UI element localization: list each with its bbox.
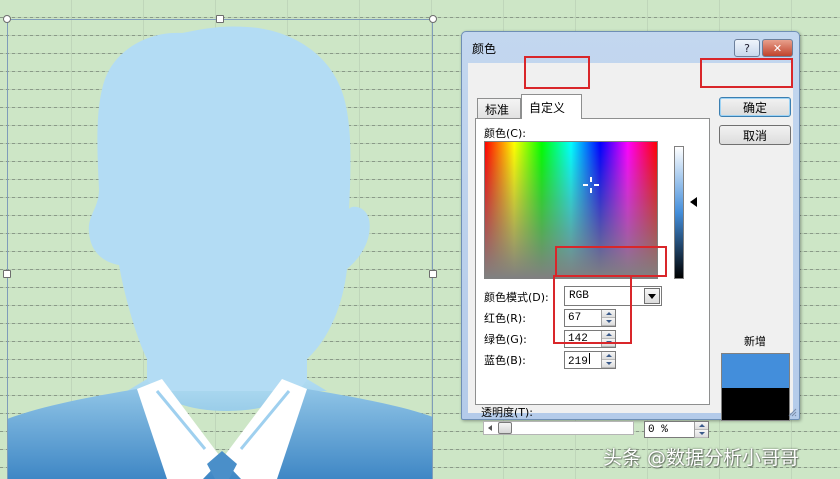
spin-up-icon[interactable]	[602, 352, 615, 360]
dialog-title: 颜色	[472, 42, 497, 56]
spin-down-icon[interactable]	[602, 360, 615, 368]
new-color-label: 新增	[744, 335, 766, 348]
current-color-label: 当前	[733, 397, 755, 410]
resize-grip-icon[interactable]	[787, 407, 797, 417]
transparency-slider[interactable]	[483, 421, 634, 435]
silhouette-picture[interactable]	[7, 19, 433, 479]
blue-spin-buttons[interactable]	[601, 352, 615, 368]
cancel-button[interactable]: 取消	[719, 125, 791, 145]
color-spectrum[interactable]	[484, 141, 658, 279]
color-model-select[interactable]: RGB	[564, 286, 662, 306]
red-value: 67	[568, 312, 582, 324]
silhouette-image	[7, 26, 433, 479]
resize-handle-top[interactable]	[216, 15, 224, 23]
spin-down-icon[interactable]	[602, 318, 615, 326]
ok-button[interactable]: 确定	[719, 97, 791, 117]
green-value: 142	[568, 333, 588, 345]
chevron-down-icon[interactable]	[644, 288, 660, 304]
dialog-client-area: 标准 自定义 颜色(C): 颜色模式(D): RGB 红色(R): 67 绿色(…	[468, 63, 793, 438]
new-color-swatch	[722, 354, 789, 388]
tab-standard[interactable]: 标准	[477, 98, 521, 119]
green-label: 绿色(G):	[484, 333, 527, 346]
blue-value-wrap: 219	[568, 352, 590, 368]
spin-down-icon[interactable]	[695, 430, 708, 438]
green-spin-buttons[interactable]	[601, 331, 615, 347]
transparency-value: 0 %	[648, 423, 668, 436]
color-preview	[721, 353, 790, 421]
color-model-label: 颜色模式(D):	[484, 291, 549, 304]
blue-stepper[interactable]: 219	[564, 351, 616, 369]
spin-up-icon[interactable]	[602, 331, 615, 339]
red-spin-buttons[interactable]	[601, 310, 615, 326]
crosshair-icon	[583, 177, 599, 193]
color-dialog: 颜色 ? ✕ 标准 自定义 颜色(C): 颜色模式(D): RGB 红色(R):…	[461, 31, 800, 438]
transparency-spin-buttons[interactable]	[694, 422, 708, 438]
slider-left-arrow-icon[interactable]	[484, 422, 496, 434]
resize-handle-left[interactable]	[3, 270, 11, 278]
tab-custom[interactable]: 自定义	[521, 94, 582, 119]
watermark: 头条 @数据分析小哥哥	[603, 447, 800, 469]
spin-down-icon[interactable]	[602, 339, 615, 347]
transparency-label: 透明度(T):	[481, 406, 534, 419]
blue-value: 219	[568, 355, 588, 368]
transparency-input[interactable]: 0 %	[644, 421, 709, 438]
resize-handle-top-left[interactable]	[3, 15, 11, 23]
resize-handle-right[interactable]	[429, 270, 437, 278]
spin-up-icon[interactable]	[602, 310, 615, 318]
close-button[interactable]: ✕	[762, 39, 793, 57]
red-label: 红色(R):	[484, 312, 526, 325]
resize-handle-top-right[interactable]	[429, 15, 437, 23]
blue-label: 蓝色(B):	[484, 354, 526, 367]
green-stepper[interactable]: 142	[564, 330, 616, 348]
colors-label: 颜色(C):	[484, 127, 526, 140]
help-button[interactable]: ?	[734, 39, 760, 57]
luminance-pointer-icon[interactable]	[690, 197, 697, 207]
spin-up-icon[interactable]	[695, 422, 708, 430]
text-caret	[588, 352, 590, 364]
color-model-value: RGB	[569, 290, 589, 302]
red-stepper[interactable]: 67	[564, 309, 616, 327]
slider-thumb[interactable]	[498, 422, 512, 434]
luminance-bar[interactable]	[674, 146, 684, 279]
